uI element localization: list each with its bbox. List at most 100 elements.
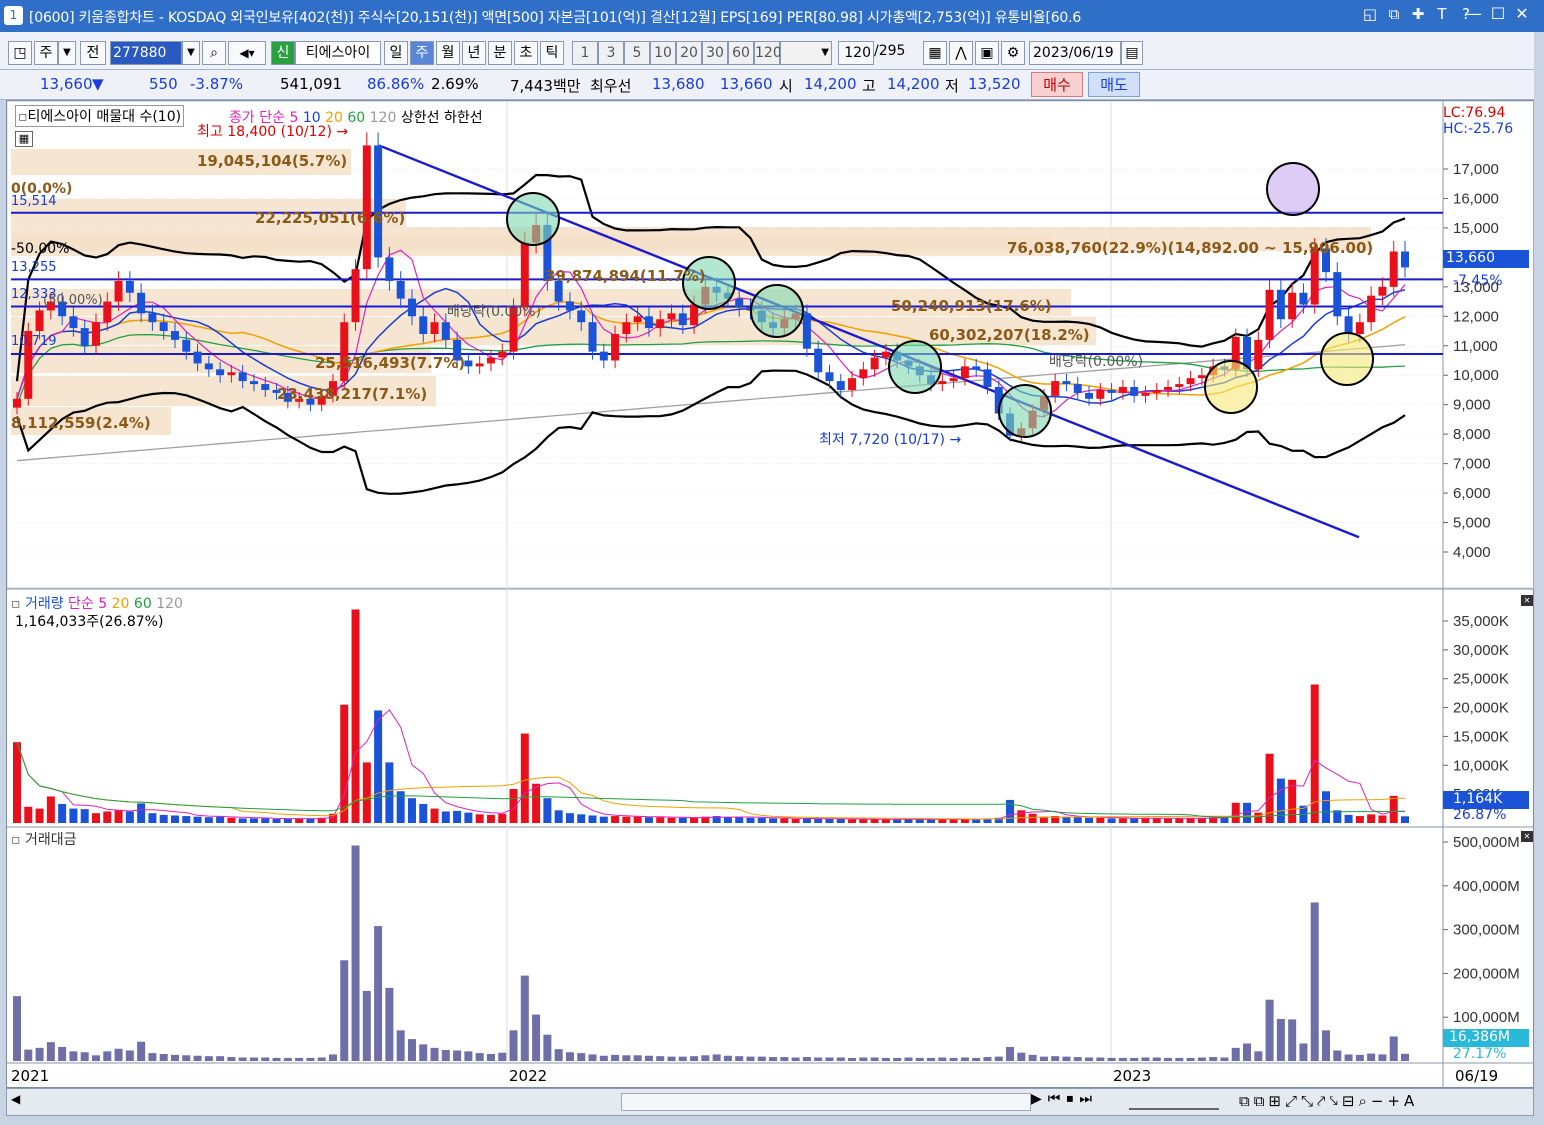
playback-controls[interactable]: ▶⏮⏹⏭ bbox=[1031, 1091, 1098, 1107]
interval-combo[interactable]: ▼ bbox=[780, 41, 832, 65]
candle-body bbox=[182, 339, 191, 352]
chevron-down-icon[interactable]: ▼ bbox=[182, 41, 200, 65]
candle-body bbox=[80, 328, 89, 346]
interval-1[interactable]: 1 bbox=[572, 41, 598, 65]
trade-volume: 541,091 bbox=[280, 75, 343, 93]
candle-body bbox=[1051, 381, 1060, 396]
search-icon[interactable]: ⌕ bbox=[202, 41, 226, 65]
interval-20[interactable]: 20 bbox=[676, 41, 702, 65]
amount-bar bbox=[317, 1057, 326, 1061]
candle-body bbox=[227, 372, 236, 376]
panel-close-icon[interactable]: ✕ bbox=[1521, 831, 1533, 842]
amount-bar bbox=[1085, 1057, 1094, 1061]
chart-type-icon[interactable]: ⋀ bbox=[949, 41, 973, 65]
candle-body bbox=[464, 360, 473, 367]
save-icon[interactable]: ▣ bbox=[975, 41, 999, 65]
candle-body bbox=[611, 333, 620, 361]
highlight-circle bbox=[1204, 360, 1258, 414]
panel-close-icon[interactable]: ✕ bbox=[1521, 595, 1533, 606]
amount-bar bbox=[814, 1057, 823, 1061]
window-number-badge[interactable]: 1 bbox=[4, 6, 23, 25]
candle-body bbox=[802, 313, 811, 349]
grid-icon[interactable]: ▦ bbox=[923, 41, 947, 65]
volume-bar bbox=[24, 806, 33, 823]
tab-6[interactable]: 틱 bbox=[540, 41, 564, 65]
interval-60[interactable]: 60 bbox=[728, 41, 754, 65]
speaker-icon[interactable]: ◀▾ bbox=[228, 41, 266, 65]
scroll-thumb[interactable] bbox=[621, 1093, 1031, 1111]
indicator-label[interactable]: ▫티에스아이 매물대 수(10) bbox=[15, 105, 185, 127]
volume-tick-label: 35,000K bbox=[1453, 613, 1509, 630]
amount-bar bbox=[272, 1057, 281, 1061]
period-select[interactable]: 주 bbox=[34, 41, 58, 65]
candle-body bbox=[633, 316, 642, 323]
buy-button[interactable]: 매수 bbox=[1031, 72, 1083, 97]
font-icon[interactable]: T bbox=[1430, 5, 1454, 23]
total-count: /295 bbox=[874, 43, 906, 59]
interval-30[interactable]: 30 bbox=[702, 41, 728, 65]
volume-bar bbox=[216, 816, 225, 823]
maximize-button[interactable]: ☐ bbox=[1486, 4, 1510, 23]
tab-4[interactable]: 분 bbox=[488, 41, 512, 65]
count-input[interactable]: 120 bbox=[838, 41, 874, 65]
amount-bar bbox=[385, 987, 394, 1061]
candle-body bbox=[475, 363, 484, 367]
tab-0[interactable]: 일 bbox=[384, 41, 408, 65]
chart-scrollbar[interactable]: ◀ ▶⏮⏹⏭ ⧉⧉⊞⤢⤡⤤⤥⊟⌕−+A bbox=[6, 1088, 1534, 1116]
sell-button[interactable]: 매도 bbox=[1088, 72, 1140, 97]
date-input[interactable]: 2023/06/19 bbox=[1029, 41, 1121, 65]
tab-3[interactable]: 년 bbox=[462, 41, 486, 65]
amount-bar bbox=[565, 1052, 574, 1061]
volume-bar bbox=[577, 814, 586, 823]
amount-bar bbox=[114, 1048, 123, 1061]
scroll-left-icon[interactable]: ◀ bbox=[11, 1092, 20, 1106]
chart-tools[interactable]: ⧉⧉⊞⤢⤡⤤⤥⊟⌕−+A bbox=[1239, 1092, 1418, 1110]
gear-icon[interactable]: ⚙ bbox=[1001, 41, 1025, 65]
highlight-circle bbox=[1320, 332, 1374, 386]
table-icon[interactable]: ▦ bbox=[15, 131, 33, 147]
amount-tick-label: 100,000M bbox=[1453, 1009, 1520, 1026]
tab-5[interactable]: 초 bbox=[514, 41, 538, 65]
minimize-button[interactable]: — bbox=[1462, 4, 1486, 23]
volume-bar bbox=[35, 808, 44, 823]
amount-bar bbox=[283, 1057, 292, 1061]
candle-body bbox=[148, 313, 157, 323]
x-label-2022: 2022 bbox=[509, 1067, 548, 1085]
profile-label-1: 19,045,104(5.7%) bbox=[197, 152, 348, 170]
interval-120[interactable]: 120 bbox=[754, 41, 782, 65]
volume-bar bbox=[1085, 817, 1094, 823]
amount-legend: ▫ 거래대금 bbox=[11, 832, 77, 848]
amount-bar bbox=[881, 1057, 890, 1061]
amount-bar bbox=[1265, 999, 1274, 1061]
interval-5[interactable]: 5 bbox=[624, 41, 650, 65]
amount-bar bbox=[554, 1049, 563, 1061]
volume-bar bbox=[543, 798, 552, 823]
volume-bar bbox=[193, 816, 202, 823]
volume-bar bbox=[769, 818, 778, 823]
tab-1[interactable]: 주 bbox=[410, 41, 434, 65]
amount-bar bbox=[1164, 1057, 1173, 1061]
cascade-icon[interactable]: ⧉ bbox=[1382, 5, 1406, 23]
stock-code-input[interactable]: 277880 bbox=[110, 41, 182, 65]
restore-icon[interactable]: ◱ bbox=[1358, 5, 1382, 23]
tab-2[interactable]: 월 bbox=[436, 41, 460, 65]
prev-button[interactable]: 전 bbox=[80, 41, 106, 65]
interval-3[interactable]: 3 bbox=[598, 41, 624, 65]
candle-body bbox=[35, 310, 44, 332]
layout-icon[interactable]: ◳ bbox=[8, 41, 32, 65]
volume-bar bbox=[249, 818, 258, 823]
volume-bar bbox=[791, 818, 800, 823]
amount-bar bbox=[757, 1056, 766, 1061]
stock-chart[interactable]: 17,00016,00015,00014,00013,00012,00011,0… bbox=[6, 100, 1535, 1089]
interval-10[interactable]: 10 bbox=[650, 41, 676, 65]
chevron-down-icon[interactable]: ▼ bbox=[58, 41, 76, 65]
zoom-slider[interactable] bbox=[1129, 1092, 1219, 1110]
y-tick-label: 9,000 bbox=[1453, 397, 1491, 414]
calendar-icon[interactable]: ▤ bbox=[1121, 41, 1143, 65]
low-price: 13,520 bbox=[968, 75, 1021, 93]
close-button[interactable]: ✕ bbox=[1510, 4, 1534, 23]
profile-label-5: 50,240,913(17.6%) bbox=[891, 297, 1052, 315]
pin-icon[interactable]: ✚ bbox=[1406, 5, 1430, 23]
candle-body bbox=[486, 357, 495, 364]
candle-body bbox=[656, 319, 665, 329]
